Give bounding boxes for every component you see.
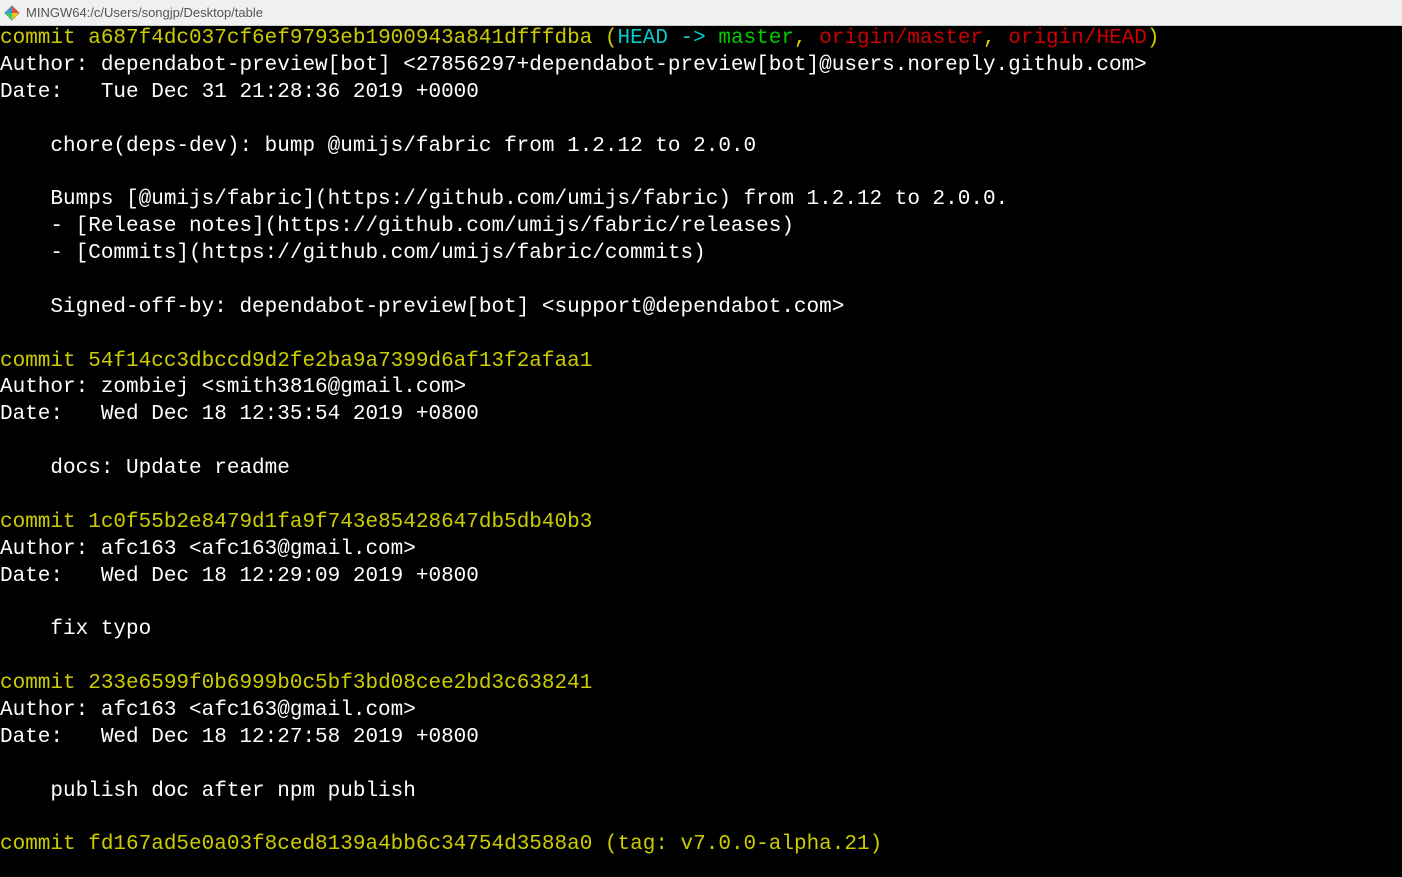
commit-line: commit a687f4dc037cf6ef9793eb1900943a841… bbox=[0, 27, 1159, 50]
date-line: Date: Tue Dec 31 21:28:36 2019 +0000 bbox=[0, 81, 479, 104]
commit-line: commit 1c0f55b2e8479d1fa9f743e85428647db… bbox=[0, 511, 592, 534]
mingw-icon bbox=[4, 5, 20, 21]
body-line: publish doc after npm publish bbox=[0, 780, 416, 803]
commit-line: commit 54f14cc3dbccd9d2fe2ba9a7399d6af13… bbox=[0, 350, 592, 373]
body-line: Bumps [@umijs/fabric](https://github.com… bbox=[0, 188, 1008, 211]
author-line: Author: dependabot-preview[bot] <2785629… bbox=[0, 54, 1147, 77]
terminal-output[interactable]: commit a687f4dc037cf6ef9793eb1900943a841… bbox=[0, 26, 1402, 877]
body-line: chore(deps-dev): bump @umijs/fabric from… bbox=[0, 135, 756, 158]
body-line: fix typo bbox=[0, 618, 151, 641]
body-line: - [Commits](https://github.com/umijs/fab… bbox=[0, 242, 706, 265]
body-line: - [Release notes](https://github.com/umi… bbox=[0, 215, 794, 238]
author-line: Author: afc163 <afc163@gmail.com> bbox=[0, 699, 416, 722]
date-line: Date: Wed Dec 18 12:27:58 2019 +0800 bbox=[0, 726, 479, 749]
commit-line: commit 233e6599f0b6999b0c5bf3bd08cee2bd3… bbox=[0, 672, 592, 695]
window-titlebar: MINGW64:/c/Users/songjp/Desktop/table bbox=[0, 0, 1402, 26]
date-line: Date: Wed Dec 18 12:29:09 2019 +0800 bbox=[0, 565, 479, 588]
commit-line: commit fd167ad5e0a03f8ced8139a4bb6c34754… bbox=[0, 833, 882, 856]
window-title: MINGW64:/c/Users/songjp/Desktop/table bbox=[26, 5, 263, 20]
author-line: Author: zombiej <smith3816@gmail.com> bbox=[0, 376, 466, 399]
body-line: docs: Update readme bbox=[0, 457, 290, 480]
author-line: Author: afc163 <afc163@gmail.com> bbox=[0, 538, 416, 561]
date-line: Date: Wed Dec 18 12:35:54 2019 +0800 bbox=[0, 403, 479, 426]
body-line: Signed-off-by: dependabot-preview[bot] <… bbox=[0, 296, 844, 319]
